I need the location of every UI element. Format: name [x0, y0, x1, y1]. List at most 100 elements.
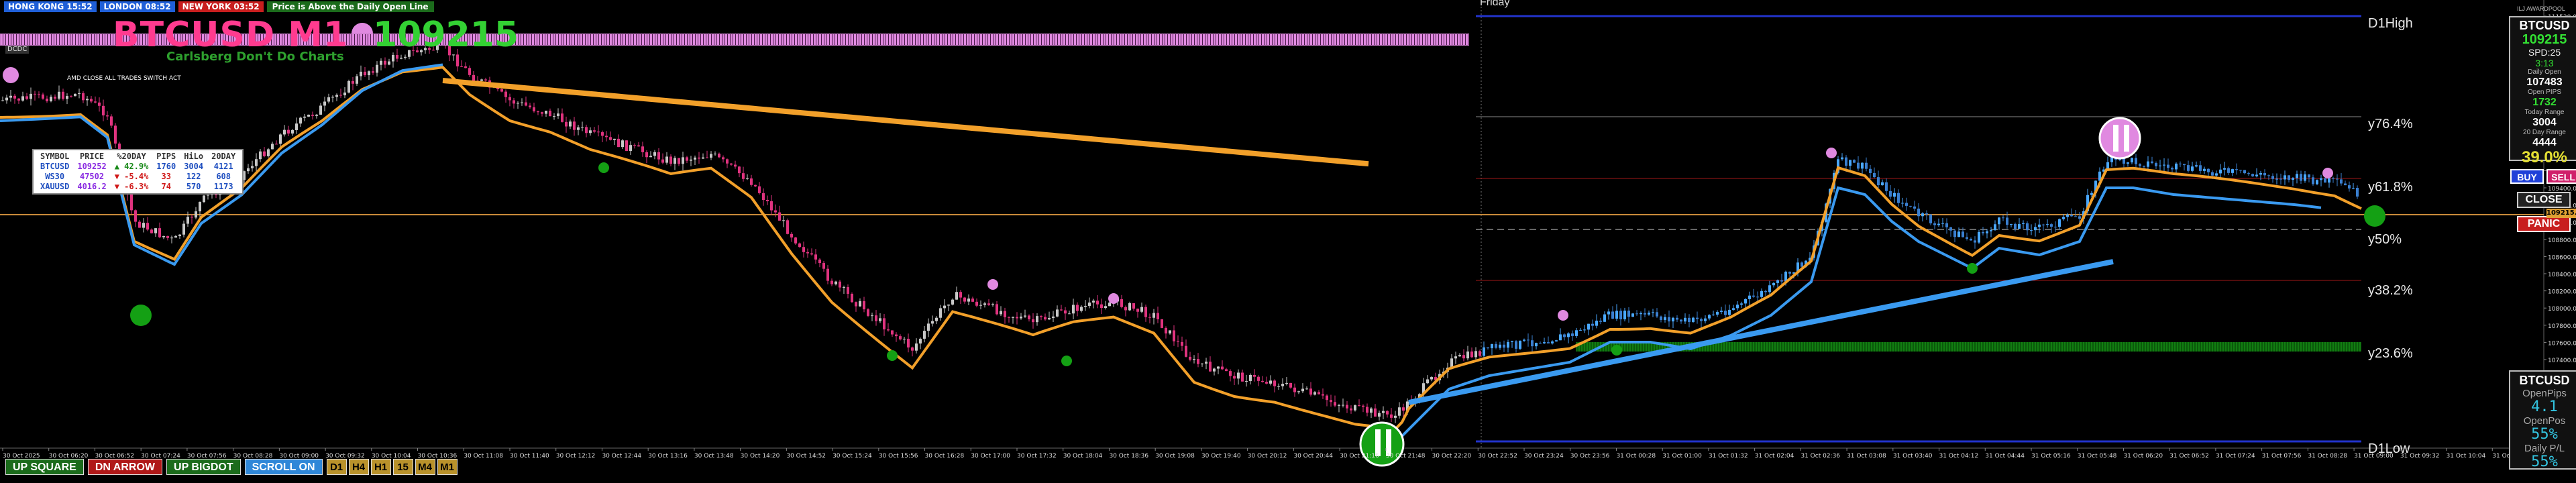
candle-body	[2062, 217, 2065, 219]
candle-body	[907, 338, 910, 347]
sell-signal-dot	[1826, 148, 1837, 158]
candle-body	[174, 235, 177, 238]
candle-body	[1925, 213, 1928, 215]
candle-body	[2300, 174, 2302, 181]
candle-body	[1048, 318, 1051, 320]
candle-body	[887, 329, 890, 331]
candle-body	[299, 117, 302, 124]
price-chart[interactable]: 111520.0111300.0111000.0110850.0110600.0…	[0, 0, 2576, 483]
candle-body	[810, 253, 813, 255]
candle-body	[1957, 231, 1960, 237]
candle-body	[1611, 311, 1614, 319]
candle-body	[1402, 407, 1405, 411]
candle-body	[1378, 413, 1381, 417]
candle-body	[2263, 172, 2266, 176]
session-clock-strip: HONG KONG 15:52 LONDON 08:52 NEW YORK 03…	[4, 1, 434, 12]
table-row[interactable]: WS30 47502 ▼ -5.4% 33 122 608	[36, 172, 239, 182]
info-timer: 3:13	[2535, 58, 2554, 68]
buy-button[interactable]: BUY	[2510, 169, 2544, 184]
dn-arrow-toggle[interactable]: DN ARROW	[87, 459, 163, 475]
candle-body	[2135, 158, 2137, 164]
sell-button[interactable]: SELL	[2546, 169, 2576, 184]
candle-body	[935, 317, 938, 321]
candle-body	[1780, 280, 1783, 282]
candle-body	[1708, 315, 1711, 319]
candle-body	[364, 71, 366, 76]
timeframe-h1[interactable]: H1	[370, 459, 391, 475]
pl-open-pos: 55%	[2531, 426, 2558, 443]
panic-button[interactable]: PANIC	[2517, 216, 2571, 232]
candle-body	[335, 95, 338, 97]
candle-body	[2058, 219, 2061, 227]
candle-body	[2034, 227, 2037, 231]
candle-body	[1555, 340, 1558, 342]
candle-body	[2292, 178, 2294, 180]
candle-body	[2203, 168, 2206, 171]
candle-body	[2175, 163, 2178, 170]
candle-body	[78, 93, 80, 94]
candle-body	[726, 159, 729, 164]
row-pips: 33	[161, 172, 171, 181]
candle-body	[1237, 372, 1240, 379]
candle-body	[1269, 380, 1272, 384]
candle-body	[94, 101, 97, 103]
candle-body	[895, 334, 898, 337]
candle-body	[1527, 339, 1529, 341]
candle-body	[170, 237, 173, 239]
candle-body	[847, 287, 849, 294]
close-button[interactable]: CLOSE	[2517, 192, 2571, 208]
candle-body	[1487, 347, 1489, 349]
candle-body	[42, 94, 44, 99]
candle-body	[1869, 168, 1872, 173]
candle-body	[541, 112, 543, 114]
sell-signal-dot	[2322, 168, 2333, 178]
candle-body	[1953, 230, 1956, 237]
candle-body	[146, 223, 149, 230]
candle-body	[2022, 223, 2025, 224]
timeframe-15[interactable]: 15	[392, 459, 413, 475]
candle-body	[352, 80, 354, 84]
time-tick-label: 30 Oct 19:40	[1201, 453, 1241, 460]
candle-body	[830, 280, 833, 284]
timeframe-h4[interactable]: H4	[348, 459, 369, 475]
candle-body	[1140, 307, 1143, 312]
candle-body	[1301, 388, 1304, 392]
candle-body	[1716, 311, 1719, 315]
time-tick-label: 30 Oct 18:36	[1109, 453, 1148, 460]
candle-body	[2296, 174, 2298, 178]
table-row[interactable]: BTCUSD 109252 ▲ 42.9% 1760 3004 4121	[36, 162, 239, 172]
candle-body	[2163, 164, 2165, 166]
candle-body	[1185, 345, 1187, 357]
timeframe-d1[interactable]: D1	[326, 459, 347, 475]
candle-body	[621, 140, 624, 148]
candle-body	[162, 235, 165, 237]
candle-body	[1978, 231, 1980, 243]
col-20day: 20DAY	[211, 152, 236, 161]
time-tick-label: 30 Oct 19:08	[1155, 453, 1195, 460]
candle-body	[645, 152, 648, 158]
candle-body	[1724, 311, 1727, 315]
candle-body	[899, 336, 902, 339]
candle-body	[883, 318, 885, 330]
candle-body	[102, 105, 105, 116]
candle-body	[1479, 351, 1481, 356]
timeframe-m4[interactable]: M4	[415, 459, 435, 475]
price-tick-label: 107400.0	[2548, 358, 2576, 364]
time-tick-label: 30 Oct 22:52	[1478, 453, 1517, 460]
candle-body	[1362, 405, 1364, 407]
candle-body	[1499, 344, 1501, 348]
candle-body	[653, 152, 656, 156]
candle-body	[1008, 317, 1010, 318]
info-today-range: 3004	[2532, 117, 2557, 128]
price-tick-label: 108400.0	[2548, 272, 2576, 278]
timeframe-m1[interactable]: M1	[437, 459, 458, 475]
scroll-toggle[interactable]: SCROLL ON	[244, 459, 323, 475]
table-row[interactable]: XAUUSD 4016.2 ▼ -6.3% 74 570 1173	[36, 182, 239, 192]
candle-body	[66, 96, 68, 99]
up-square-toggle[interactable]: UP SQUARE	[5, 459, 84, 475]
candle-body	[1217, 366, 1220, 369]
candle-body	[1108, 303, 1111, 307]
up-bigdot-toggle[interactable]: UP BIGDOT	[166, 459, 241, 475]
time-tick-label: 30 Oct 21:16	[1340, 453, 1379, 460]
candle-body	[70, 96, 72, 97]
